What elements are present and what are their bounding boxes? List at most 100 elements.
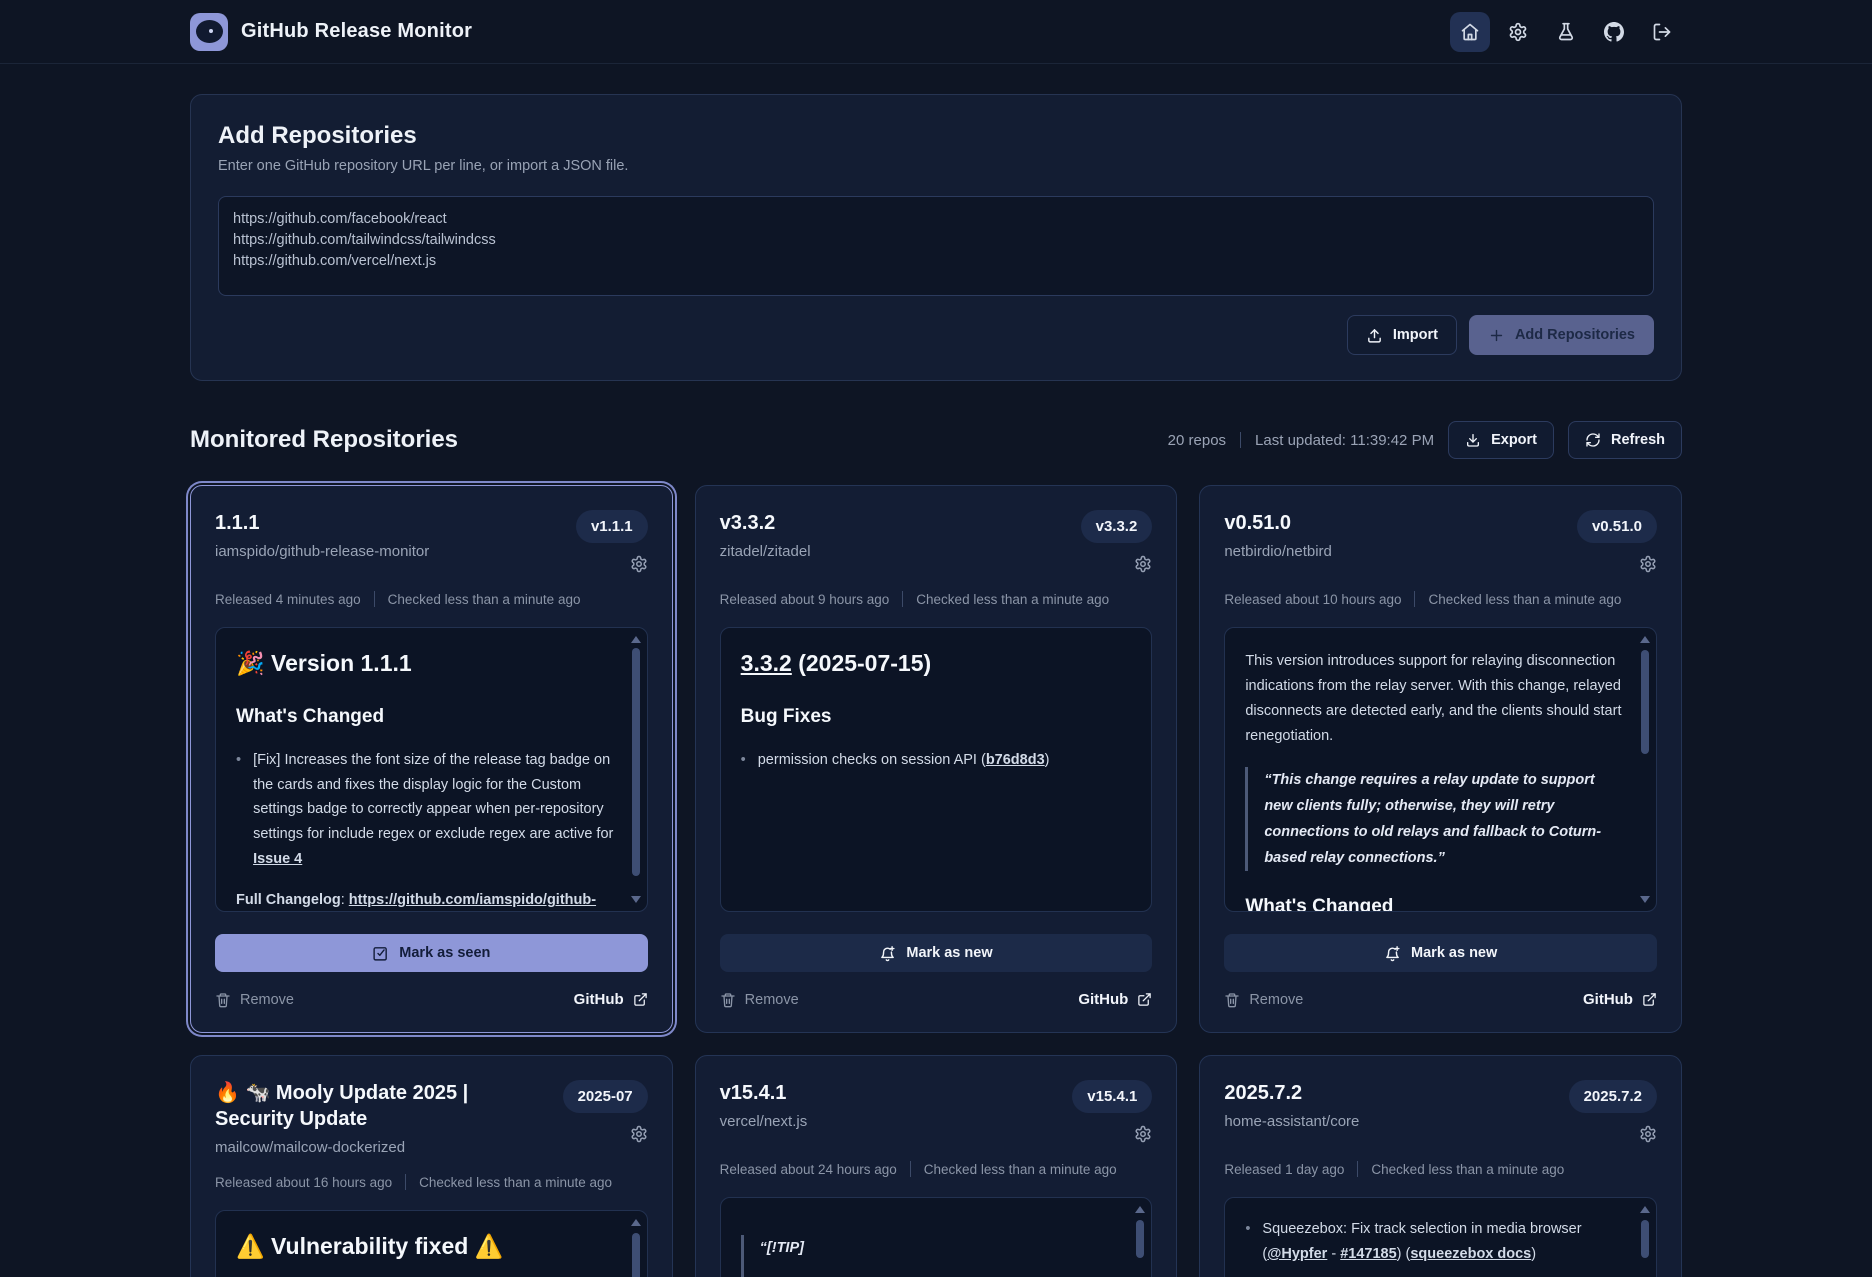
inline-link[interactable]: #147185 [1340, 1246, 1396, 1262]
notes-scrollbar[interactable] [630, 636, 642, 903]
scroll-up-icon[interactable] [1640, 636, 1650, 643]
github-link[interactable]: GitHub [1078, 991, 1152, 1008]
github-link-label: GitHub [1583, 991, 1633, 1008]
home-icon [1460, 22, 1480, 42]
inline-link[interactable]: Issue 4 [253, 851, 302, 867]
trash-icon [215, 992, 231, 1008]
inline-link[interactable]: https://github.com/iamspido/github- [349, 892, 596, 908]
gear-icon [1508, 22, 1528, 42]
notes-block: 🎉 Version 1.1.1 [236, 649, 617, 679]
scroll-up-icon[interactable] [631, 636, 641, 643]
released-time: Released about 24 hours ago [720, 1162, 897, 1177]
notes-scrollbar[interactable] [1134, 1206, 1146, 1277]
repo-settings-button[interactable] [630, 1125, 648, 1143]
export-button[interactable]: Export [1448, 421, 1554, 459]
last-updated: Last updated: 11:39:42 PM [1255, 432, 1434, 449]
notes-block: 3.3.2 (2025-07-15) [741, 649, 1122, 679]
scroll-up-icon[interactable] [1135, 1206, 1145, 1213]
repo-count: 20 repos [1168, 432, 1226, 449]
release-title: 🔥 🐄 Mooly Update 2025 | Security Update [215, 1080, 549, 1132]
nav-test-button[interactable] [1546, 12, 1586, 52]
notes-block: “[!TIP]Check out our Next v15.4 Blog Pos… [741, 1235, 1122, 1277]
remove-button[interactable]: Remove [1224, 992, 1303, 1008]
release-notes[interactable]: This version introduces support for rela… [1224, 627, 1657, 912]
github-link[interactable]: GitHub [574, 991, 648, 1008]
release-notes[interactable]: 3.3.2 (2025-07-15)Bug Fixes•permission c… [720, 627, 1153, 912]
notes-scrollbar[interactable] [630, 1219, 642, 1277]
repo-settings-button[interactable] [1639, 555, 1657, 573]
remove-button[interactable]: Remove [720, 992, 799, 1008]
external-link-icon [633, 992, 648, 1007]
add-repositories-title: Add Repositories [218, 122, 1654, 150]
nav-github-button[interactable] [1594, 12, 1634, 52]
version-badge: 2025-07 [563, 1080, 648, 1113]
scroll-down-icon[interactable] [1640, 896, 1650, 903]
notes-block: “This change requires a relay update to … [1245, 767, 1626, 871]
remove-button[interactable]: Remove [215, 992, 294, 1008]
gear-icon [1639, 555, 1657, 573]
release-notes[interactable]: ⚠️ Vulnerability fixed ⚠️ [215, 1210, 648, 1277]
released-time: Released about 16 hours ago [215, 1175, 392, 1190]
inline-link[interactable]: b76d8d3 [986, 752, 1045, 768]
repo-grid: 1.1.1 iamspido/github-release-monitor v1… [190, 485, 1682, 1277]
mark-button[interactable]: Mark as new [720, 934, 1153, 972]
repo-settings-button[interactable] [630, 555, 648, 573]
release-notes[interactable]: “[!TIP]Check out our Next v15.4 Blog Pos… [720, 1197, 1153, 1277]
scrollbar-thumb[interactable] [632, 648, 640, 876]
nav-settings-button[interactable] [1498, 12, 1538, 52]
github-link-label: GitHub [574, 991, 624, 1008]
scrollbar-thumb[interactable] [1641, 1220, 1649, 1258]
released-time: Released about 10 hours ago [1224, 592, 1401, 607]
scroll-up-icon[interactable] [631, 1219, 641, 1226]
divider [902, 591, 903, 607]
gear-icon [1639, 1125, 1657, 1143]
divider [910, 1161, 911, 1177]
release-notes-content: •Squeezebox: Fix track selection in medi… [1245, 1217, 1626, 1267]
inline-link[interactable]: squeezebox docs [1410, 1246, 1531, 1262]
version-badge: v3.3.2 [1081, 510, 1153, 543]
notes-scrollbar[interactable] [1639, 1206, 1651, 1277]
trash-icon [720, 992, 736, 1008]
inline-link[interactable]: @Hypfer [1267, 1246, 1327, 1262]
import-button[interactable]: Import [1347, 315, 1457, 355]
mark-button-label: Mark as seen [399, 945, 490, 961]
notes-block: •permission checks on session API (b76d8… [741, 748, 1122, 773]
notes-block: This version introduces support for rela… [1245, 649, 1626, 749]
gear-icon [1134, 555, 1152, 573]
top-nav: GitHub Release Monitor [0, 0, 1872, 64]
github-link[interactable]: GitHub [1583, 991, 1657, 1008]
repository-urls-input[interactable]: https://github.com/facebook/react https:… [218, 196, 1654, 296]
repo-settings-button[interactable] [1639, 1125, 1657, 1143]
nav-home-button[interactable] [1450, 12, 1490, 52]
scrollbar-thumb[interactable] [1641, 650, 1649, 754]
divider [1357, 1161, 1358, 1177]
nav-logout-button[interactable] [1642, 12, 1682, 52]
released-time: Released 4 minutes ago [215, 592, 361, 607]
mark-button[interactable]: Mark as new [1224, 934, 1657, 972]
refresh-button[interactable]: Refresh [1568, 421, 1682, 459]
divider [1240, 432, 1241, 448]
release-notes-content: ⚠️ Vulnerability fixed ⚠️ [236, 1232, 617, 1262]
plus-icon [1488, 327, 1505, 344]
checked-time: Checked less than a minute ago [924, 1162, 1117, 1177]
notes-block: What's Changed [236, 701, 617, 734]
release-notes[interactable]: 🎉 Version 1.1.1What's Changed•[Fix] Incr… [215, 627, 648, 912]
divider [1414, 591, 1415, 607]
release-notes[interactable]: •Squeezebox: Fix track selection in medi… [1224, 1197, 1657, 1277]
repo-card: v3.3.2 zitadel/zitadel v3.3.2 Released a… [695, 485, 1178, 1033]
scroll-down-icon[interactable] [631, 896, 641, 903]
scroll-up-icon[interactable] [1640, 1206, 1650, 1213]
scrollbar-thumb[interactable] [1136, 1220, 1144, 1258]
repo-settings-button[interactable] [1134, 1125, 1152, 1143]
import-label: Import [1393, 327, 1438, 343]
version-badge: 2025.7.2 [1569, 1080, 1657, 1113]
mark-button[interactable]: Mark as seen [215, 934, 648, 972]
repo-name: home-assistant/core [1224, 1113, 1359, 1130]
notes-scrollbar[interactable] [1639, 636, 1651, 903]
app-logo [190, 13, 228, 51]
add-repositories-button[interactable]: Add Repositories [1469, 315, 1654, 355]
repo-settings-button[interactable] [1134, 555, 1152, 573]
scrollbar-thumb[interactable] [632, 1233, 640, 1277]
inline-link[interactable]: 3.3.2 [741, 650, 792, 676]
version-badge: v0.51.0 [1577, 510, 1657, 543]
